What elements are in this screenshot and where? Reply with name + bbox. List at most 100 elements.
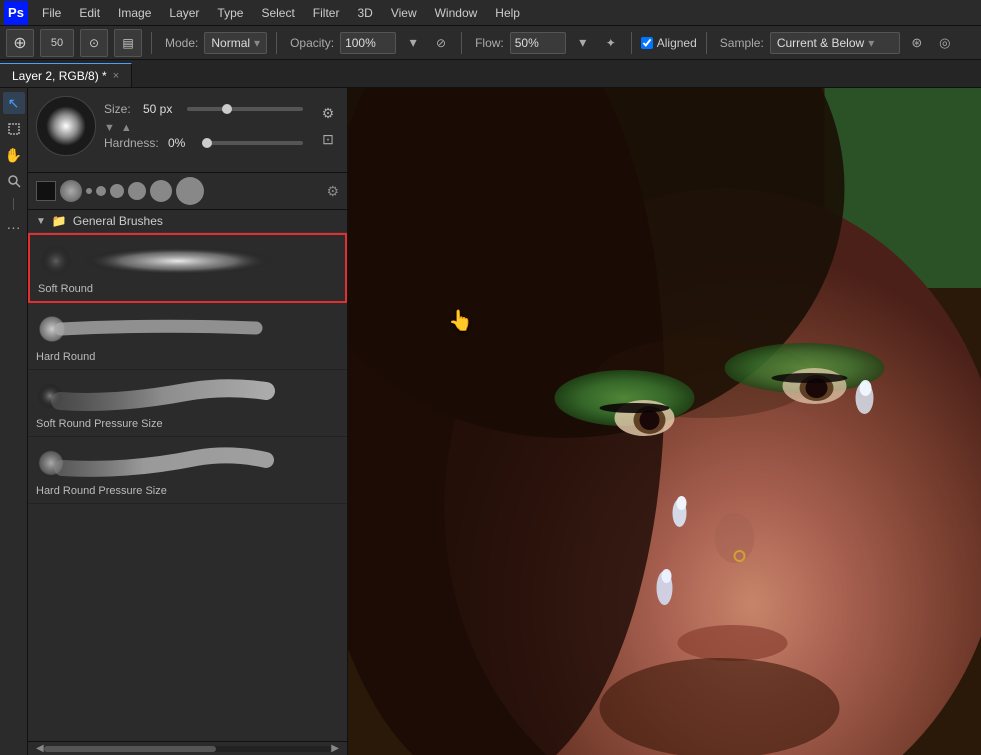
tool-select-rect[interactable] <box>3 118 25 140</box>
sep-1 <box>151 32 152 54</box>
soft-round-pressure-stroke-preview <box>36 376 276 416</box>
scroll-left-arrow[interactable]: ◀ <box>36 743 44 754</box>
scroll-thumb[interactable] <box>44 746 217 752</box>
tool-size-btn[interactable]: 50 <box>40 29 74 57</box>
menu-select[interactable]: Select <box>253 4 302 22</box>
preset-dot-5[interactable] <box>150 180 172 202</box>
brush-picker-btn[interactable]: ⊙ <box>80 29 108 57</box>
mode-dropdown[interactable]: Normal ▾ <box>204 32 267 54</box>
hard-round-stroke-preview <box>36 309 276 349</box>
menu-view[interactable]: View <box>383 4 425 22</box>
brush-item-hard-round[interactable]: Hard Round <box>28 303 347 370</box>
hard-round-name: Hard Round <box>36 351 339 363</box>
menu-3d[interactable]: 3D <box>349 4 380 22</box>
tool-sep <box>13 198 14 210</box>
size-up-arrow[interactable]: ▲ <box>121 122 132 134</box>
preset-circle-lg[interactable] <box>176 177 204 205</box>
canvas-background: 👆 <box>348 88 981 755</box>
menu-filter[interactable]: Filter <box>305 4 348 22</box>
sep-5 <box>706 32 707 54</box>
opacity-label: Opacity: <box>290 36 334 50</box>
menu-layer[interactable]: Layer <box>161 4 207 22</box>
preset-circle-gray[interactable] <box>60 180 82 202</box>
ps-logo: Ps <box>4 1 28 25</box>
brush-panel-extra[interactable]: ⊡ <box>317 128 339 150</box>
presets-gear-icon[interactable]: ⚙ <box>326 183 339 200</box>
tool-move[interactable]: ↖ <box>3 92 25 114</box>
sep-3 <box>461 32 462 54</box>
pressure-btn[interactable]: ⊘ <box>430 32 452 54</box>
extra-btn[interactable]: ◎ <box>934 32 956 54</box>
group-chevron-icon: ▼ <box>36 216 46 227</box>
brush-item-hard-round-pressure[interactable]: Hard Round Pressure Size <box>28 437 347 504</box>
sep-2 <box>276 32 277 54</box>
left-tools-panel: ↖ ✋ ··· <box>0 88 28 755</box>
menu-image[interactable]: Image <box>110 4 159 22</box>
flow-value[interactable]: 50% <box>510 32 566 54</box>
scroll-right-arrow[interactable]: ▶ <box>331 743 339 754</box>
main-area: ↖ ✋ ··· Size: 50 px <box>0 88 981 755</box>
flow-label: Flow: <box>475 36 504 50</box>
hard-round-pressure-stroke-preview <box>36 443 276 483</box>
mode-label: Mode: <box>165 36 198 50</box>
brush-preview <box>36 96 96 156</box>
airbrush-btn[interactable]: ✦ <box>600 32 622 54</box>
size-slider[interactable] <box>187 107 303 111</box>
preset-dot-1[interactable] <box>86 188 92 194</box>
menu-edit[interactable]: Edit <box>71 4 108 22</box>
tool-more[interactable]: ··· <box>3 216 25 238</box>
tab-title: Layer 2, RGB/8) * <box>12 69 107 83</box>
brush-item-soft-round-pressure[interactable]: Soft Round Pressure Size <box>28 370 347 437</box>
aligned-checkbox[interactable] <box>641 37 653 49</box>
menu-window[interactable]: Window <box>427 4 486 22</box>
size-down-arrow[interactable]: ▼ <box>104 122 115 134</box>
brush-options-panel: Size: 50 px ▼ ▲ Hardness: 0% <box>28 88 347 173</box>
soft-round-pressure-name: Soft Round Pressure Size <box>36 418 339 430</box>
sep-4 <box>631 32 632 54</box>
ignore-adjustments-btn[interactable]: ⊛ <box>906 32 928 54</box>
brush-presets-row: ⚙ <box>28 173 347 210</box>
opacity-value[interactable]: 100% <box>340 32 396 54</box>
sample-label: Sample: <box>720 36 764 50</box>
soft-round-stroke-preview <box>38 241 278 281</box>
brush-list-panel: ▼ 📁 General Brushes <box>28 210 347 741</box>
opacity-arrow[interactable]: ▾ <box>402 32 424 54</box>
soft-round-name: Soft Round <box>38 283 337 295</box>
brush-item-soft-round[interactable]: Soft Round <box>28 233 347 303</box>
hardness-value: 0% <box>168 136 198 150</box>
preset-square-black[interactable] <box>36 181 56 201</box>
photo-svg <box>348 88 981 755</box>
toolbar-bar: ⊕ 50 ⊙ ▤ Mode: Normal ▾ Opacity: 100% ▾ … <box>0 26 981 60</box>
hardness-slider-thumb[interactable] <box>202 138 212 148</box>
brush-group-header[interactable]: ▼ 📁 General Brushes <box>28 210 347 233</box>
aligned-checkbox-label[interactable]: Aligned <box>641 36 697 50</box>
tool-icon-btn[interactable]: ⊕ <box>6 29 34 57</box>
tool-hand[interactable]: ✋ <box>3 144 25 166</box>
preset-dot-3[interactable] <box>110 184 124 198</box>
size-value: 50 px <box>143 102 183 116</box>
hardness-label: Hardness: <box>104 136 164 150</box>
brush-preview-inner <box>46 106 86 146</box>
flow-arrow[interactable]: ▾ <box>572 32 594 54</box>
size-slider-thumb[interactable] <box>222 104 232 114</box>
preset-dot-2[interactable] <box>96 186 106 196</box>
hard-round-pressure-name: Hard Round Pressure Size <box>36 485 339 497</box>
brush-settings-btn[interactable]: ▤ <box>114 29 142 57</box>
brush-settings-gear[interactable]: ⚙ <box>317 102 339 124</box>
menu-type[interactable]: Type <box>209 4 251 22</box>
menu-file[interactable]: File <box>34 4 69 22</box>
hardness-slider[interactable] <box>202 141 303 145</box>
canvas-area: 👆 <box>348 88 981 755</box>
folder-icon: 📁 <box>52 214 67 228</box>
panel-scrollbar: ◀ ▶ <box>28 741 347 755</box>
menu-bar: Ps File Edit Image Layer Type Select Fil… <box>0 0 981 26</box>
sample-dropdown[interactable]: Current & Below ▾ <box>770 32 900 54</box>
scroll-track[interactable] <box>44 746 332 752</box>
menu-help[interactable]: Help <box>487 4 528 22</box>
preset-dot-4[interactable] <box>128 182 146 200</box>
size-label: Size: <box>104 102 139 116</box>
active-tab[interactable]: Layer 2, RGB/8) * × <box>0 63 132 87</box>
tab-bar: Layer 2, RGB/8) * × <box>0 60 981 88</box>
tab-close-btn[interactable]: × <box>113 70 119 82</box>
tool-zoom[interactable] <box>3 170 25 192</box>
